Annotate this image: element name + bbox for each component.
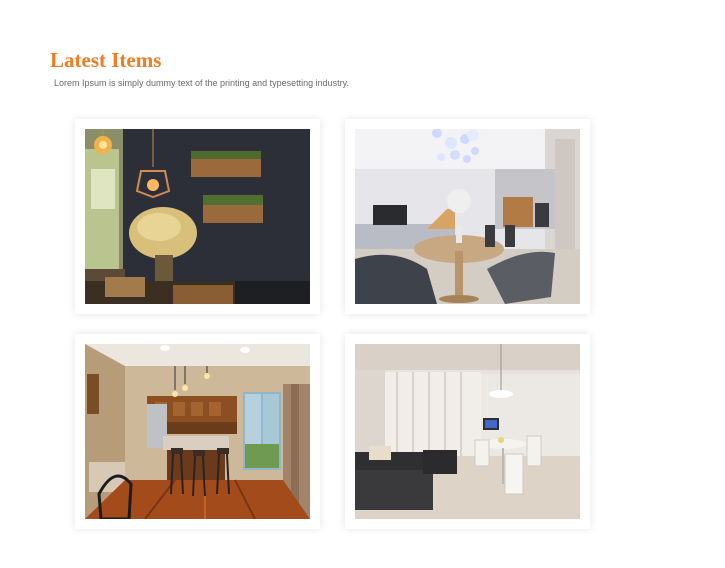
item-card[interactable] [75, 119, 320, 314]
item-card[interactable] [75, 334, 320, 529]
item-image-wooden-kitchen[interactable] [85, 344, 310, 519]
section-title: Latest Items [50, 48, 162, 72]
item-image-living-room[interactable] [355, 344, 580, 519]
item-image-dark-interior[interactable] [85, 129, 310, 304]
item-image-dining-room[interactable] [355, 129, 580, 304]
latest-items-section: Latest Items Lorem Ipsum is simply dummy… [0, 0, 725, 568]
item-card[interactable] [345, 334, 590, 529]
item-card[interactable] [345, 119, 590, 314]
section-description: Lorem Ipsum is simply dummy text of the … [54, 78, 349, 88]
